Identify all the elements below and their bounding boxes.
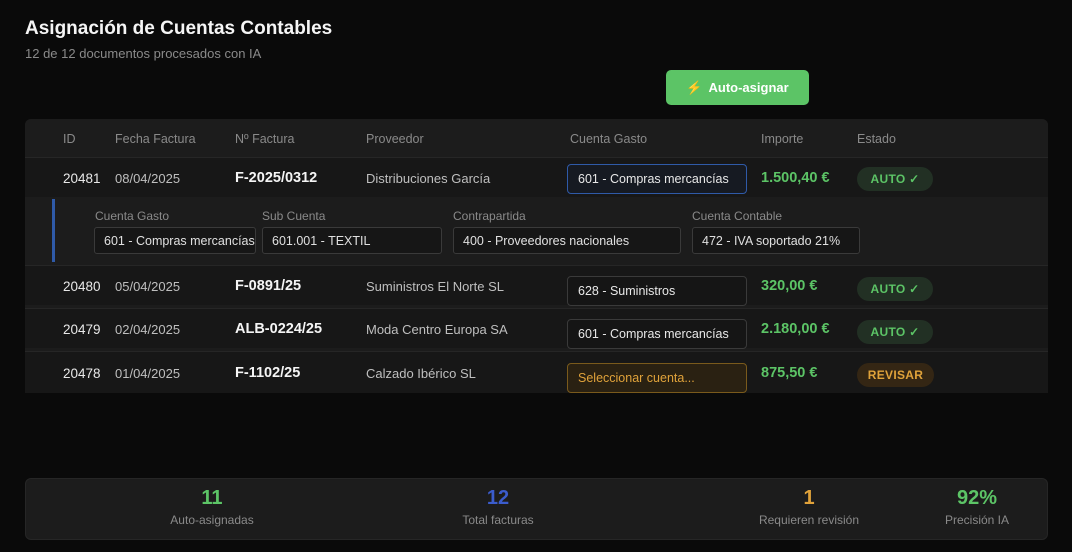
- column-header-account: Cuenta Gasto: [570, 132, 648, 146]
- table-row[interactable]: 20478 01/04/2025 F-1102/25 Calzado Ibéri…: [25, 351, 1048, 393]
- row-id: 20479: [63, 322, 101, 337]
- stat-needs-review: 1 Requieren revisión: [759, 487, 859, 527]
- bolt-icon: ⚡: [686, 79, 703, 95]
- row-date: 02/04/2025: [115, 322, 181, 337]
- detail-field-cuenta-gasto[interactable]: 601 - Compras mercancías: [94, 227, 256, 254]
- accounts-table: ID Fecha Factura Nº Factura Proveedor Cu…: [25, 119, 1048, 393]
- stats-bar: 11 Auto-asignadas 12 Total facturas 1 Re…: [25, 478, 1048, 540]
- stat-total-invoices: 12 Total facturas: [462, 487, 533, 527]
- stat-value: 1: [803, 487, 815, 509]
- column-header-status: Estado: [857, 132, 896, 146]
- status-badge: REVISAR: [857, 363, 934, 387]
- stat-ai-precision: 92% Precisión IA: [945, 487, 1009, 527]
- detail-field-sub-cuenta[interactable]: 601.001 - TEXTIL: [262, 227, 442, 254]
- account-select[interactable]: 628 - Suministros: [567, 276, 747, 306]
- column-header-id: ID: [63, 132, 76, 146]
- detail-label-contrapartida: Contrapartida: [453, 209, 526, 223]
- row-detail-panel: Cuenta Gasto Sub Cuenta Contrapartida Cu…: [52, 199, 1048, 262]
- row-id: 20480: [63, 279, 101, 294]
- column-header-invoice: Nº Factura: [235, 132, 295, 146]
- account-select[interactable]: Seleccionar cuenta...: [567, 363, 747, 393]
- table-header: ID Fecha Factura Nº Factura Proveedor Cu…: [25, 119, 1048, 157]
- account-select[interactable]: 601 - Compras mercancías: [567, 319, 747, 349]
- row-invoice-number: ALB-0224/25: [235, 321, 323, 337]
- stat-value: 12: [486, 487, 510, 509]
- detail-label-sub-cuenta: Sub Cuenta: [262, 209, 326, 223]
- column-header-amount: Importe: [761, 132, 804, 146]
- stat-label: Total facturas: [462, 513, 534, 527]
- detail-field-cuenta-contable[interactable]: 472 - IVA soportado 21%: [692, 227, 860, 254]
- row-id: 20481: [63, 171, 101, 186]
- stat-value: 92%: [956, 487, 998, 509]
- page-title: Asignación de Cuentas Contables: [25, 18, 333, 39]
- row-supplier: Calzado Ibérico SL: [366, 366, 476, 381]
- auto-assign-label: Auto-asignar: [708, 80, 789, 95]
- row-supplier: Suministros El Norte SL: [366, 279, 504, 294]
- auto-assign-button[interactable]: ⚡ Auto-asignar: [666, 70, 809, 105]
- column-header-date: Fecha Factura: [115, 132, 196, 146]
- row-id: 20478: [63, 366, 101, 381]
- table-row[interactable]: 20479 02/04/2025 ALB-0224/25 Moda Centro…: [25, 308, 1048, 349]
- page-subtitle: 12 de 12 documentos procesados con IA: [25, 46, 262, 61]
- stat-label: Precisión IA: [944, 513, 1010, 527]
- table-row[interactable]: 20480 05/04/2025 F-0891/25 Suministros E…: [25, 265, 1048, 306]
- row-amount: 1.500,40 €: [761, 170, 830, 186]
- account-select[interactable]: 601 - Compras mercancías: [567, 164, 747, 194]
- row-amount: 320,00 €: [761, 278, 818, 294]
- status-badge: AUTO ✓: [857, 320, 933, 344]
- row-invoice-number: F-1102/25: [235, 365, 301, 381]
- detail-label-cuenta-contable: Cuenta Contable: [692, 209, 783, 223]
- stat-label: Requieren revisión: [758, 513, 860, 527]
- row-invoice-number: F-2025/0312: [235, 170, 318, 186]
- row-amount: 875,50 €: [761, 365, 818, 381]
- column-header-supplier: Proveedor: [366, 132, 424, 146]
- detail-field-contrapartida[interactable]: 400 - Proveedores nacionales: [453, 227, 681, 254]
- stat-label: Auto-asignadas: [170, 513, 254, 527]
- status-badge: AUTO ✓: [857, 167, 933, 191]
- stat-value: 11: [201, 487, 223, 509]
- row-date: 05/04/2025: [115, 279, 181, 294]
- row-date: 01/04/2025: [115, 366, 181, 381]
- row-supplier: Moda Centro Europa SA: [366, 322, 508, 337]
- status-badge: AUTO ✓: [857, 277, 933, 301]
- row-date: 08/04/2025: [115, 171, 181, 186]
- stat-auto-assigned: 11 Auto-asignadas: [170, 487, 253, 527]
- row-invoice-number: F-0891/25: [235, 278, 302, 294]
- detail-label-cuenta-gasto: Cuenta Gasto: [95, 209, 170, 223]
- row-supplier: Distribuciones García: [366, 171, 491, 186]
- table-row[interactable]: 20481 08/04/2025 F-2025/0312 Distribucio…: [25, 157, 1048, 197]
- row-amount: 2.180,00 €: [761, 321, 830, 337]
